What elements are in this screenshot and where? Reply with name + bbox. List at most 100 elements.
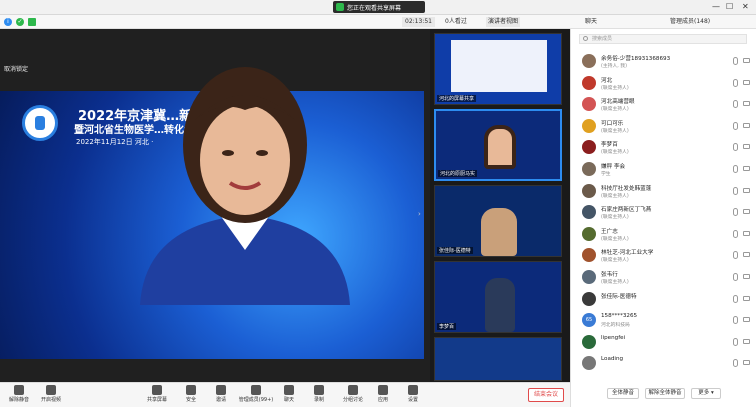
chat-tab[interactable]: 聊天 — [583, 17, 599, 27]
avatar — [582, 248, 596, 263]
camera-icon[interactable] — [743, 252, 750, 258]
camera-icon[interactable] — [743, 273, 750, 279]
microphone-icon[interactable] — [733, 100, 738, 109]
camera-icon[interactable] — [743, 144, 750, 150]
thumbnail-tile[interactable]: 河北的原厨马实 — [434, 109, 562, 181]
thumbnail-label: 河北的屏幕共享 — [437, 95, 477, 102]
info-icon[interactable]: i — [4, 18, 12, 26]
microphone-icon[interactable] — [733, 272, 738, 281]
microphone-icon[interactable] — [733, 57, 738, 65]
end-meeting-button[interactable]: 结束会议 — [528, 388, 564, 402]
breakout-label: 分组讨论 — [342, 397, 363, 403]
microphone-icon[interactable] — [733, 121, 738, 130]
manage-members-button[interactable]: 管理成员(99+) — [238, 385, 274, 403]
participant-row[interactable]: lipengfei — [571, 332, 756, 354]
participant-row[interactable]: 王广志 (联席主持人) — [571, 224, 756, 246]
microphone-icon[interactable] — [733, 78, 738, 87]
viewing-label: 您正在观看共享屏幕 — [347, 4, 402, 12]
thumbnail-tile[interactable]: 张佳际-医德特 — [434, 185, 562, 257]
participant-row[interactable]: 65 158****3265 河北的科技局 — [571, 310, 756, 332]
avatar — [582, 269, 596, 284]
participant-row[interactable]: 河北 (联席主持人) — [571, 73, 756, 95]
avatar — [582, 140, 596, 155]
participant-role: (联席主持人) — [601, 85, 629, 91]
participant-name: 张韦行 — [601, 271, 618, 278]
participant-name: 河北 — [601, 77, 613, 84]
bottom-control-bar: 结束会议 解除静音 开启视频 共享屏幕 安全 邀请 管理成员(99+) 聊天 录制 分组讨论 应用… — [0, 382, 570, 407]
participant-row[interactable]: 张韦行 (联席主持人) — [571, 267, 756, 289]
unmute-all-button[interactable]: 解除全体静音 — [645, 388, 685, 399]
more-button[interactable]: 更多 ▾ — [691, 388, 721, 399]
participant-row[interactable]: 嫌秤 李会 学生 — [571, 159, 756, 181]
viewer-count[interactable]: 0人看过 — [443, 17, 469, 27]
apps-button[interactable]: 应用 — [370, 385, 396, 403]
thumbnail-tile[interactable]: 李梦百 — [434, 261, 562, 333]
participant-row[interactable]: 科技厅社发处韩蓝蓬 (联席主持人) — [571, 181, 756, 203]
camera-icon[interactable] — [743, 101, 750, 107]
microphone-icon[interactable] — [733, 208, 738, 217]
camera-icon[interactable] — [743, 360, 750, 366]
participant-row[interactable]: 石家庄两新区丁飞燕 (联席主持人) — [571, 202, 756, 224]
start-video-button[interactable]: 开启视频 — [38, 385, 64, 403]
thumbnail-tile[interactable]: 河北的屏幕共享 — [434, 33, 562, 105]
participant-name: lipengfei — [601, 334, 626, 341]
microphone-icon[interactable] — [733, 164, 738, 173]
maximize-icon[interactable]: ☐ — [726, 2, 733, 11]
security-button[interactable]: 安全 — [178, 385, 204, 403]
mute-all-button[interactable]: 全体静音 — [607, 388, 639, 399]
microphone-icon[interactable] — [733, 316, 738, 325]
microphone-icon[interactable] — [733, 251, 738, 260]
settings-button[interactable]: 设置 — [400, 385, 426, 403]
participant-row[interactable]: Loading — [571, 353, 756, 375]
avatar — [582, 118, 596, 133]
camera-icon[interactable] — [743, 122, 750, 128]
camera-icon[interactable] — [743, 79, 750, 85]
avatar — [582, 226, 596, 241]
camera-icon[interactable] — [743, 187, 750, 193]
meeting-timer: 02:13:51 — [402, 17, 435, 27]
camera-icon[interactable] — [743, 230, 750, 236]
breakout-button[interactable]: 分组讨论 — [340, 385, 366, 403]
avatar — [582, 334, 596, 349]
participant-row[interactable]: 可口可乐 (联席主持人) — [571, 116, 756, 138]
unmute-button[interactable]: 解除静音 — [6, 385, 32, 403]
camera-icon[interactable] — [743, 317, 750, 323]
participant-row[interactable]: 林牡芝-河北工业大学 (联席主持人) — [571, 245, 756, 267]
microphone-icon[interactable] — [733, 186, 738, 195]
microphone-icon[interactable] — [733, 143, 738, 152]
manage-members-tab[interactable]: 管理成员(148) — [668, 17, 712, 27]
chat-button[interactable]: 聊天 — [276, 385, 302, 403]
invite-icon — [216, 385, 226, 395]
camera-icon[interactable] — [743, 58, 750, 63]
share-screen-icon — [152, 385, 162, 395]
invite-button[interactable]: 邀请 — [208, 385, 234, 403]
participant-role: (联席主持人) — [601, 215, 629, 221]
microphone-icon[interactable] — [733, 294, 738, 303]
participant-row[interactable]: 李梦百 (联席主持人) — [571, 137, 756, 159]
camera-icon[interactable] — [743, 338, 750, 344]
viewing-share-indicator[interactable]: 您正在观看共享屏幕 — [333, 1, 425, 13]
participant-row[interactable]: 余务俗-少营18931368693 (主持人, 我) — [571, 51, 756, 73]
record-button[interactable]: 录制 — [306, 385, 332, 403]
participant-list: 余务俗-少营18931368693 (主持人, 我) 河北 (联席主持人) 河北高端营眼… — [571, 51, 756, 375]
chevron-right-icon[interactable]: › — [418, 210, 421, 218]
participant-role: 河北的科技局 — [601, 323, 630, 329]
microphone-icon[interactable] — [733, 359, 738, 368]
camera-icon[interactable] — [743, 295, 750, 301]
participant-row[interactable]: 张佳际-医德特 — [571, 289, 756, 311]
manage-members-label: 管理成员(99+) — [238, 397, 274, 403]
participant-row[interactable]: 河北高端营眼 (联席主持人) — [571, 94, 756, 116]
share-screen-button[interactable]: 共享屏幕 — [144, 385, 170, 403]
minimize-icon[interactable]: — — [712, 2, 720, 11]
member-search-input[interactable]: 搜索成员 — [579, 34, 747, 44]
camera-icon[interactable] — [743, 209, 750, 215]
thumbnail-tile[interactable] — [434, 337, 562, 381]
camera-icon[interactable] — [743, 165, 750, 171]
cancel-pin-button[interactable]: 取消锁定 — [4, 64, 28, 73]
security-shield-icon[interactable]: ✓ — [16, 18, 24, 26]
microphone-icon[interactable] — [733, 337, 738, 346]
speaker-view-button[interactable]: 演讲者视图 — [486, 17, 521, 27]
signal-icon[interactable] — [28, 18, 36, 26]
close-icon[interactable]: ✕ — [742, 2, 749, 11]
microphone-icon[interactable] — [733, 229, 738, 238]
